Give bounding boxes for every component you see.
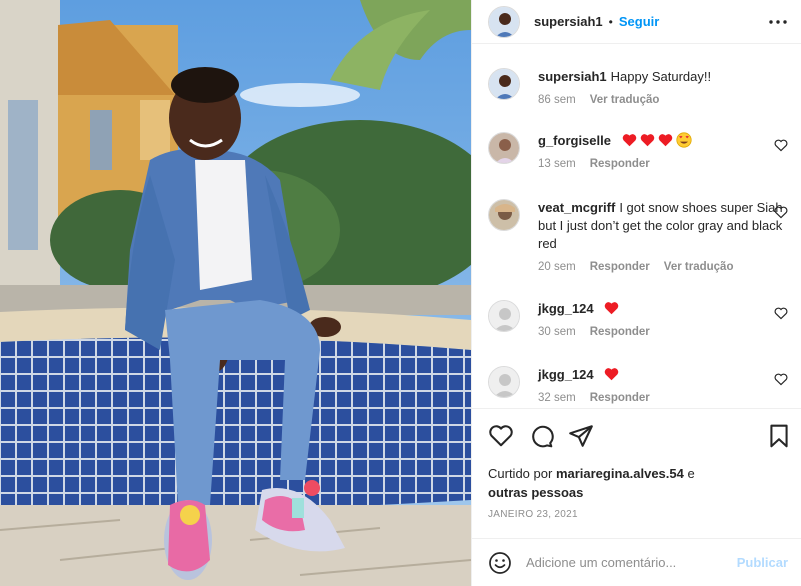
comment-input[interactable] (526, 555, 737, 570)
more-options-icon[interactable] (768, 12, 788, 32)
likes-suffix: e (687, 466, 695, 481)
comment-item: jkgg_124 30 sem Responder (488, 300, 788, 338)
comment-username[interactable]: jkgg_124 (538, 367, 594, 382)
post-photo[interactable] (0, 0, 471, 586)
likes-others-link[interactable]: outras pessoas (488, 485, 583, 500)
post-actions: Curtido por mariaregina.alves.54 e outra… (472, 408, 801, 538)
red-heart-icon (640, 134, 654, 147)
comments-list[interactable]: supersiah1 Happy Saturday!! 86 sem Ver tr… (472, 52, 801, 408)
add-comment-bar: Publicar (472, 538, 801, 586)
caption-text: Happy Saturday!! (610, 69, 712, 84)
reply-button[interactable]: Responder (590, 261, 650, 273)
commenter-avatar[interactable] (488, 132, 520, 164)
caption-translate-button[interactable]: Ver tradução (590, 94, 660, 106)
comment-item: jkgg_124 32 sem Responder (488, 366, 788, 404)
action-icons (488, 423, 594, 449)
like-comment-heart-icon[interactable] (774, 306, 788, 320)
post-date[interactable]: JANEIRO 23, 2021 (488, 509, 578, 520)
caption-username[interactable]: supersiah1 (538, 69, 607, 84)
reply-button[interactable]: Responder (590, 392, 650, 404)
separator-dot: • (608, 14, 613, 29)
red-heart-icon (605, 302, 619, 315)
heart-eyes-face-icon (675, 132, 692, 148)
follow-button[interactable]: Seguir (619, 14, 659, 29)
red-heart-icon (605, 368, 619, 381)
likes-summary: Curtido por mariaregina.alves.54 e outra… (488, 464, 788, 502)
caption-age[interactable]: 86 sem (538, 94, 576, 106)
post-header: supersiah1 • Seguir (472, 0, 801, 44)
like-comment-heart-icon[interactable] (774, 138, 788, 152)
red-heart-icon (622, 134, 636, 147)
comment-age[interactable]: 13 sem (538, 158, 576, 170)
share-paper-plane-icon[interactable] (568, 423, 594, 449)
comment-item: g_forgiselle 13 sem Responder (488, 132, 788, 170)
author-avatar[interactable] (488, 5, 520, 38)
default-avatar-icon[interactable] (488, 366, 520, 398)
caption: supersiah1 Happy Saturday!! 86 sem Ver tr… (488, 68, 788, 106)
like-heart-icon[interactable] (488, 423, 514, 449)
save-bookmark-icon[interactable] (766, 423, 792, 449)
commenter-avatar[interactable] (488, 199, 520, 231)
instagram-post: supersiah1 • Seguir supersiah1 Happy Satu… (0, 0, 801, 586)
like-comment-heart-icon[interactable] (774, 205, 788, 219)
default-avatar-icon[interactable] (488, 300, 520, 332)
comment-username[interactable]: jkgg_124 (538, 301, 594, 316)
post-side-panel: supersiah1 • Seguir supersiah1 Happy Satu… (471, 0, 801, 586)
like-comment-heart-icon[interactable] (774, 372, 788, 386)
reply-button[interactable]: Responder (590, 326, 650, 338)
author-username[interactable]: supersiah1 (534, 14, 603, 29)
publish-button[interactable]: Publicar (737, 555, 788, 570)
comment-bubble-icon[interactable] (528, 423, 554, 449)
red-heart-icon (658, 134, 672, 147)
comment-age[interactable]: 20 sem (538, 261, 576, 273)
comment-username[interactable]: veat_mcgriff (538, 200, 615, 215)
translate-button[interactable]: Ver tradução (664, 261, 734, 273)
post-photo-illustration (0, 0, 471, 586)
emoji-smiley-icon[interactable] (488, 551, 512, 575)
comment-age[interactable]: 32 sem (538, 392, 576, 404)
caption-avatar[interactable] (488, 68, 520, 100)
likes-prefix: Curtido por (488, 466, 553, 481)
reply-button[interactable]: Responder (590, 158, 650, 170)
comment-username[interactable]: g_forgiselle (538, 133, 611, 148)
likes-user-link[interactable]: mariaregina.alves.54 (556, 466, 684, 481)
comment-age[interactable]: 30 sem (538, 326, 576, 338)
comment-item: veat_mcgriff I got snow shoes super Siah … (488, 199, 788, 273)
